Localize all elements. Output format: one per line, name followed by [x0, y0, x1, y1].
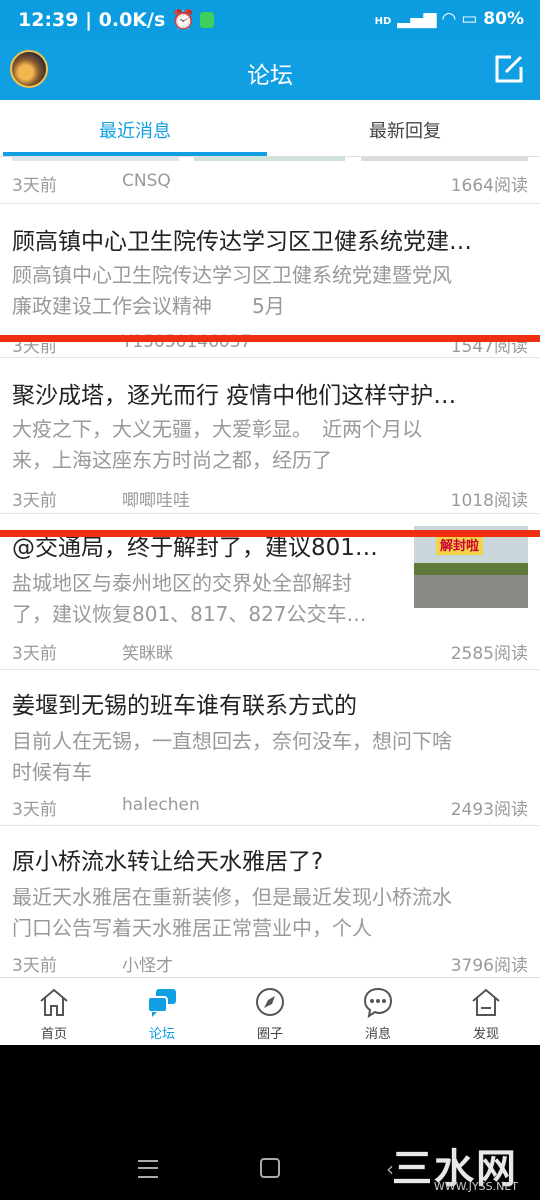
post-meta: 3天前 笑眯眯 2585阅读: [12, 639, 528, 664]
post-time: 3天前: [12, 491, 57, 511]
post-meta: 3天前 唧唧哇哇 1018阅读: [12, 486, 528, 511]
network-label: HD: [374, 16, 392, 27]
post-title: 姜堰到无锡的班车谁有联系方式的: [12, 693, 357, 719]
post-author: 唧唧哇哇: [122, 491, 190, 511]
nav-label: 发现: [472, 1027, 499, 1042]
nav-label: 消息: [364, 1027, 391, 1042]
tab-indicator: [3, 152, 267, 156]
post-views: 2493阅读: [450, 800, 528, 820]
post-title: 聚沙成塔，逐光而行 疫情中他们这样守护…: [12, 383, 457, 409]
post-snippet: 目前人在无锡，一直想回去，奈何没车，想问下啥 时候有车: [12, 729, 452, 784]
status-right: HD ▂▄▆ ◠ ▭ 80%: [374, 9, 524, 29]
post-meta: 3天前 CNSQ 1664阅读: [12, 171, 528, 196]
tab-latest-reply[interactable]: 最新回复: [270, 117, 540, 143]
post-time: 3天前: [12, 800, 57, 820]
nav-message[interactable]: 消息: [324, 978, 432, 1046]
page-title: 论坛: [247, 63, 293, 89]
shield-icon: [199, 12, 214, 28]
post-title: 原小桥流水转让给天水雅居了?: [12, 849, 324, 875]
red-annotation-line: [0, 530, 540, 537]
app-bar: 论坛: [0, 40, 540, 100]
post-meta: 3天前 halechen 2493阅读: [12, 795, 528, 820]
nav-circle[interactable]: 圈子: [216, 978, 324, 1046]
post-views: 3796阅读: [450, 956, 528, 976]
tab-bar: 最近消息 最新回复: [0, 100, 540, 157]
thumbnail: [12, 157, 179, 161]
post-meta: 3天前 小怪才 3796阅读: [12, 951, 528, 976]
menu-icon[interactable]: [138, 1160, 158, 1178]
post-time: 3天前: [12, 644, 57, 664]
post-author: 小怪才: [122, 956, 173, 976]
list-item[interactable]: 聚沙成塔，逐光而行 疫情中他们这样守护… 大疫之下，大义无疆，大爱彰显。 近两个…: [0, 358, 540, 514]
post-list[interactable]: 3天前 CNSQ 1664阅读 顾高镇中心卫生院传达学习区卫健系统党建… 顾高镇…: [0, 157, 540, 977]
thumbnail: [194, 157, 345, 161]
post-author: halechen: [122, 795, 200, 815]
post-views: 1664阅读: [450, 176, 528, 196]
nav-discover[interactable]: 发现: [432, 978, 540, 1046]
list-item[interactable]: 3天前 CNSQ 1664阅读: [0, 157, 540, 204]
forum-icon: [147, 989, 176, 1017]
post-thumbnail[interactable]: 解封啦: [414, 526, 528, 608]
list-item[interactable]: 原小桥流水转让给天水雅居了? 最近天水雅居在重新装修，但是最近发现小桥流水 门口公…: [0, 826, 540, 977]
list-item[interactable]: 姜堰到无锡的班车谁有联系方式的 目前人在无锡，一直想回去，奈何没车，想问下啥 时候…: [0, 670, 540, 826]
discover-icon: [472, 988, 500, 1016]
battery-level: 80%: [483, 9, 524, 29]
post-author: CNSQ: [122, 171, 171, 191]
nav-label: 圈子: [256, 1027, 283, 1042]
post-snippet: 最近天水雅居在重新装修，但是最近发现小桥流水 门口公告写着天水雅居正常营业中，个人: [12, 885, 452, 940]
post-views: 1018阅读: [450, 491, 528, 511]
red-annotation-line: [0, 335, 540, 342]
status-time: 12:39 | 0.0K/s ⏰: [18, 8, 214, 31]
post-snippet: 顾高镇中心卫生院传达学习区卫健系统党建暨党风 廉政建设工作会议精神 5月: [12, 263, 452, 318]
watermark-url: WWW.JYSS.NET: [433, 1180, 518, 1193]
post-title: 顾高镇中心卫生院传达学习区卫健系统党建…: [12, 229, 472, 255]
list-item[interactable]: @交通局，终于解封了，建议801… 盐城地区与泰州地区的交界处全部解封 了，建议恢…: [0, 514, 540, 670]
post-snippet: 盐城地区与泰州地区的交界处全部解封 了，建议恢复801、817、827公交车…: [12, 571, 367, 626]
post-author: 笑眯眯: [122, 644, 173, 664]
home-button-icon[interactable]: [260, 1158, 280, 1178]
post-snippet: 大疫之下，大义无疆，大爱彰显。 近两个月以 来，上海这座东方时尚之都，经历了: [12, 417, 422, 472]
thumbnail: [361, 157, 528, 161]
post-time: 3天前: [12, 176, 57, 196]
nav-home[interactable]: 首页: [0, 978, 108, 1046]
nav-forum[interactable]: 论坛: [108, 978, 216, 1046]
compass-icon: [256, 988, 284, 1016]
nav-label: 论坛: [148, 1027, 175, 1042]
home-icon: [40, 988, 68, 1016]
message-icon: [363, 987, 393, 1018]
tab-recent[interactable]: 最近消息: [0, 117, 270, 143]
post-views: 2585阅读: [450, 644, 528, 664]
thumbnail-tag: 解封啦: [436, 534, 484, 555]
status-bar: 12:39 | 0.0K/s ⏰ HD ▂▄▆ ◠ ▭ 80%: [0, 0, 540, 40]
post-time: 3天前: [12, 956, 57, 976]
nav-label: 首页: [40, 1027, 67, 1042]
compose-icon[interactable]: [492, 52, 526, 86]
bottom-nav: 首页 论坛 圈子 消息 发现: [0, 977, 540, 1046]
